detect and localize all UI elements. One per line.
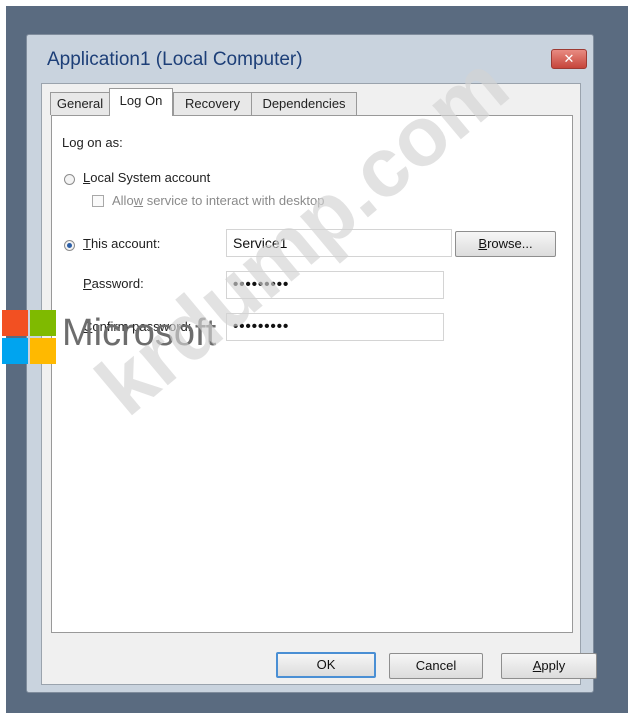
microsoft-logo-icon [0,306,60,366]
close-icon: ✕ [563,51,575,66]
tab-general[interactable]: General [50,92,110,115]
cancel-button[interactable]: Cancel [389,653,483,679]
window-title: Application1 (Local Computer) [47,49,303,70]
apply-button[interactable]: Apply [501,653,597,679]
confirm-password-field[interactable]: ••••••••• [226,313,444,341]
log-on-as-heading: Log on as: [62,135,123,150]
dialog-body: General Log On Recovery Dependencies Log… [41,83,597,685]
interact-desktop-checkbox[interactable] [92,195,104,207]
local-system-label[interactable]: Local System account [83,170,210,185]
password-field[interactable]: ••••••••• [226,271,444,299]
browse-button[interactable]: Browse... [455,231,556,257]
interact-desktop-label: Allow service to interact with desktop [112,193,325,208]
tab-recovery[interactable]: Recovery [173,92,252,115]
microsoft-watermark-text: Microsoft [62,312,217,354]
log-on-panel: Log on as: Local System account Allow se… [51,115,573,633]
tab-dependencies[interactable]: Dependencies [251,92,357,115]
account-name-field[interactable]: Service1 [226,229,452,257]
local-system-radio[interactable] [64,174,75,185]
this-account-label[interactable]: This account: [83,236,160,251]
service-properties-window: Application1 (Local Computer) ✕ General … [26,34,597,693]
tab-log-on[interactable]: Log On [109,88,173,116]
ok-button[interactable]: OK [276,652,376,678]
close-button[interactable]: ✕ [551,49,587,69]
this-account-radio[interactable] [64,240,75,251]
password-label: Password: [83,276,144,291]
